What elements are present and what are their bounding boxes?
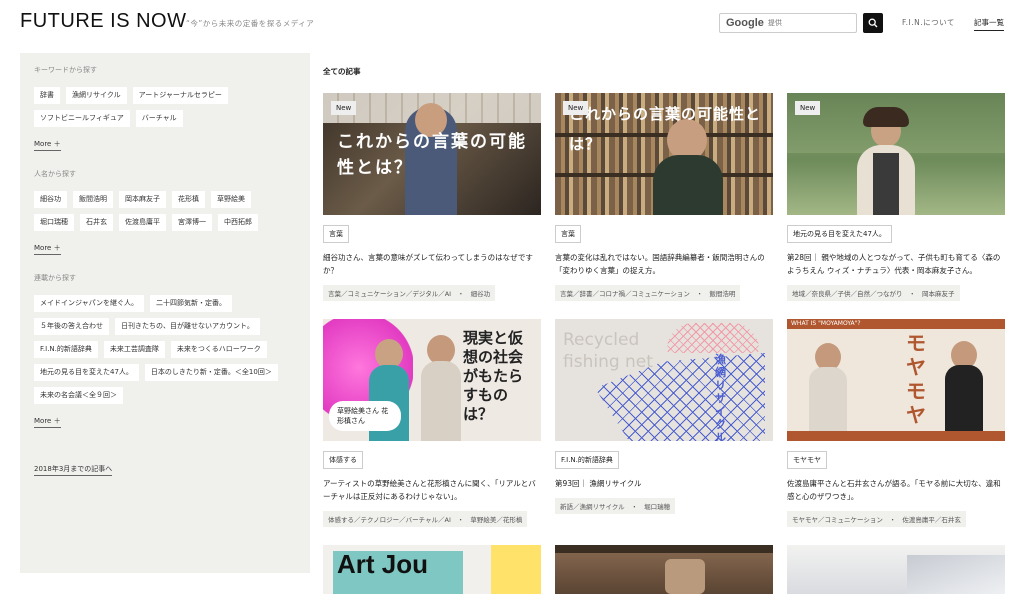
site-logo[interactable]: FUTURE IS NOW bbox=[20, 10, 187, 33]
category-tag[interactable]: 地元の見る目を変えた47人。 bbox=[787, 225, 892, 243]
article-thumbnail[interactable]: Recycled fishing net 漁網リサイクル bbox=[555, 319, 773, 441]
article-meta: 言葉／辞書／コロナ禍／コミュニケーション ・ 飯間浩明 bbox=[555, 285, 741, 301]
series-more-link[interactable]: More ＋ bbox=[34, 416, 61, 428]
article-card[interactable]: New 地元の見る目を変えた47人。 第28回｜ 親や地域の人とつながって、子供… bbox=[787, 93, 1005, 301]
article-meta: 体感する／テクノロジー／バーチャル／AI ・ 草野絵美／花形槙 bbox=[323, 511, 528, 527]
thumbnail-headline: Art Jou bbox=[337, 549, 428, 579]
thumbnail-headline: モヤモヤって何？ bbox=[906, 331, 926, 441]
thumbnail-caption: 漁網リサイクル bbox=[715, 353, 726, 441]
nav-article-list-link[interactable]: 記事一覧 bbox=[974, 17, 1004, 31]
person-tag[interactable]: 石井玄 bbox=[80, 214, 113, 231]
article-thumbnail[interactable]: これからの言葉の可能性とは？ New bbox=[323, 93, 541, 215]
series-tags: メイドインジャパンを継ぐ人。 二十四節気新・定番。 ５年後の答え合わせ 日刊きた… bbox=[34, 295, 296, 404]
article-card[interactable] bbox=[555, 545, 773, 594]
new-badge: New bbox=[795, 101, 821, 115]
thumbnail-headline: 現実と仮想の社会がもたらすものは？ bbox=[463, 329, 524, 423]
series-tag[interactable]: 未来をつくるハローワーク bbox=[170, 341, 267, 358]
person-tag[interactable]: 花形槙 bbox=[172, 191, 205, 208]
article-thumbnail[interactable]: New bbox=[787, 93, 1005, 215]
thumbnail-caption: これからの言葉の可能性とは？ bbox=[569, 105, 762, 153]
article-thumbnail[interactable]: WHAT IS "MOYAMOYA"? モヤモヤって何？ bbox=[787, 319, 1005, 441]
article-meta: モヤモヤ／コミュニケーション ・ 佐渡島庸平／石井玄 bbox=[787, 511, 966, 527]
person-tag[interactable]: 岡本麻友子 bbox=[119, 191, 166, 208]
people-heading: 人名から探す bbox=[34, 170, 76, 178]
keyword-tag[interactable]: アートジャーナルセラピー bbox=[132, 87, 228, 104]
article-thumbnail[interactable]: 現実と仮想の社会がもたらすものは？ 草野絵美さん 花形槙さん bbox=[323, 319, 541, 441]
article-card[interactable]: WHAT IS "MOYAMOYA"? モヤモヤって何？ モヤモヤ 佐渡島庸平さ… bbox=[787, 319, 1005, 527]
site-tagline: “今”から未来の定番を探るメディア bbox=[186, 19, 315, 28]
category-tag[interactable]: 体感する bbox=[323, 451, 363, 469]
series-tag[interactable]: ５年後の答え合わせ bbox=[34, 318, 109, 335]
site-header: FUTURE IS NOW “今”から未来の定番を探るメディア Google F… bbox=[0, 0, 1024, 48]
article-meta: 新語／漁網リサイクル ・ 堀口瑞穂 bbox=[555, 498, 676, 514]
keyword-tag[interactable]: 漁網リサイクル bbox=[66, 87, 127, 104]
article-title[interactable]: 佐渡島庸平さんと石井玄さんが語る。「モヤる前に大切な、違和感と心のザワつき」。 bbox=[787, 477, 1005, 503]
series-tag[interactable]: 未来工芸調査隊 bbox=[103, 341, 165, 358]
thumbnail-headline: Recycled fishing net bbox=[563, 330, 653, 372]
article-title[interactable]: 第93回｜ 漁網リサイクル bbox=[555, 477, 773, 490]
search-input[interactable] bbox=[767, 19, 848, 27]
article-card[interactable]: これからの言葉の可能性とは？ New 言葉 言葉の変化は乱れではない。国語辞典編… bbox=[555, 93, 773, 301]
nav-about-link[interactable]: F.I.N.について bbox=[902, 17, 955, 28]
keyword-tag[interactable]: ソフトビニールフィギュア bbox=[34, 110, 130, 127]
article-meta: 地域／奈良県／子供／自然／つながり ・ 岡本麻友子 bbox=[787, 285, 960, 301]
new-badge: New bbox=[331, 101, 357, 115]
series-tag[interactable]: 日本のしきたり新・定番。＜全10回＞ bbox=[144, 364, 278, 381]
series-section: 連載から探す メイドインジャパンを継ぐ人。 二十四節気新・定番。 ５年後の答え合… bbox=[34, 273, 296, 428]
category-tag[interactable]: 言葉 bbox=[555, 225, 581, 243]
keyword-heading: キーワードから探す bbox=[34, 66, 97, 74]
article-title[interactable]: アーティストの草野絵美さんと花形槙さんに聞く、「リアルとバーチャルは正反対にある… bbox=[323, 477, 541, 503]
article-card[interactable]: Recycled fishing net 漁網リサイクル F.I.N.的新語辞典… bbox=[555, 319, 773, 514]
category-tag[interactable]: モヤモヤ bbox=[787, 451, 827, 469]
person-tag[interactable]: 堀口瑞穂 bbox=[34, 214, 74, 231]
series-tag[interactable]: 日刊きたちの、目が離せないアカウント。 bbox=[115, 318, 260, 335]
people-section: 人名から探す 細谷功 飯間浩明 岡本麻友子 花形槙 草野絵美 堀口瑞穂 石井玄 … bbox=[34, 169, 296, 255]
series-tag[interactable]: メイドインジャパンを継ぐ人。 bbox=[34, 295, 144, 312]
series-tag[interactable]: 二十四節気新・定番。 bbox=[150, 295, 232, 312]
person-tag[interactable]: 草野絵美 bbox=[211, 191, 251, 208]
series-heading: 連載から探す bbox=[34, 274, 76, 282]
article-card[interactable]: Art Jou bbox=[323, 545, 541, 594]
sidebar: キーワードから探す 辞書 漁網リサイクル アートジャーナルセラピー ソフトビニー… bbox=[20, 53, 310, 573]
keyword-section: キーワードから探す 辞書 漁網リサイクル アートジャーナルセラピー ソフトビニー… bbox=[34, 65, 296, 151]
article-title[interactable]: 細谷功さん、言葉の意味がズレて伝わってしまうのはなぜですか？ bbox=[323, 251, 541, 277]
keyword-tag[interactable]: バーチャル bbox=[135, 110, 183, 127]
people-more-link[interactable]: More ＋ bbox=[34, 243, 61, 255]
archive-link[interactable]: 2018年3月までの記事へ bbox=[34, 464, 113, 476]
thumbnail-banner: WHAT IS "MOYAMOYA"? bbox=[787, 319, 1005, 329]
keyword-more-link[interactable]: More ＋ bbox=[34, 139, 61, 151]
keyword-tags: 辞書 漁網リサイクル アートジャーナルセラピー ソフトビニールフィギュア バーチ… bbox=[34, 87, 296, 127]
article-thumbnail[interactable]: Art Jou bbox=[323, 545, 541, 594]
person-tag[interactable]: 細谷功 bbox=[34, 191, 67, 208]
series-tag[interactable]: F.I.N.的新語辞典 bbox=[34, 341, 98, 358]
series-tag[interactable]: 未来の名会議＜全９回＞ bbox=[34, 387, 123, 404]
article-card[interactable] bbox=[787, 545, 1005, 594]
person-tag[interactable]: 宮澤博一 bbox=[172, 214, 212, 231]
thumbnail-caption: 草野絵美さん 花形槙さん bbox=[329, 401, 401, 431]
new-badge: New bbox=[563, 101, 589, 115]
person-tag[interactable]: 飯間浩明 bbox=[73, 191, 113, 208]
search-box[interactable]: Google bbox=[719, 13, 857, 33]
article-title[interactable]: 第28回｜ 親や地域の人とつながって、子供も町も育てる〈森のようちえん ウィズ・… bbox=[787, 251, 1005, 277]
person-tag[interactable]: 中西拓郎 bbox=[218, 214, 258, 231]
article-card[interactable]: 現実と仮想の社会がもたらすものは？ 草野絵美さん 花形槙さん 体感する アーティ… bbox=[323, 319, 541, 527]
google-logo: Google bbox=[726, 17, 764, 29]
article-thumbnail[interactable] bbox=[787, 545, 1005, 594]
article-meta: 言葉／コミュニケーション／デジタル／AI ・ 細谷功 bbox=[323, 285, 496, 301]
article-title[interactable]: 言葉の変化は乱れではない。国語辞典編纂者・飯間浩明さんの「変わりゆく言葉」の捉え… bbox=[555, 251, 773, 277]
article-card[interactable]: これからの言葉の可能性とは？ New 言葉 細谷功さん、言葉の意味がズレて伝わっ… bbox=[323, 93, 541, 301]
person-tag[interactable]: 佐渡島庸平 bbox=[119, 214, 166, 231]
category-tag[interactable]: F.I.N.的新語辞典 bbox=[555, 451, 619, 469]
series-tag[interactable]: 地元の見る目を変えた47人。 bbox=[34, 364, 139, 381]
thumbnail-caption: これからの言葉の可能性とは？ bbox=[337, 132, 527, 178]
keyword-tag[interactable]: 辞書 bbox=[34, 87, 60, 104]
search-button[interactable] bbox=[863, 13, 883, 33]
article-thumbnail[interactable]: これからの言葉の可能性とは？ New bbox=[555, 93, 773, 215]
section-title: 全ての記事 bbox=[323, 67, 361, 76]
category-tag[interactable]: 言葉 bbox=[323, 225, 349, 243]
people-tags: 細谷功 飯間浩明 岡本麻友子 花形槙 草野絵美 堀口瑞穂 石井玄 佐渡島庸平 宮… bbox=[34, 191, 296, 231]
search-icon bbox=[868, 18, 878, 28]
article-thumbnail[interactable] bbox=[555, 545, 773, 594]
